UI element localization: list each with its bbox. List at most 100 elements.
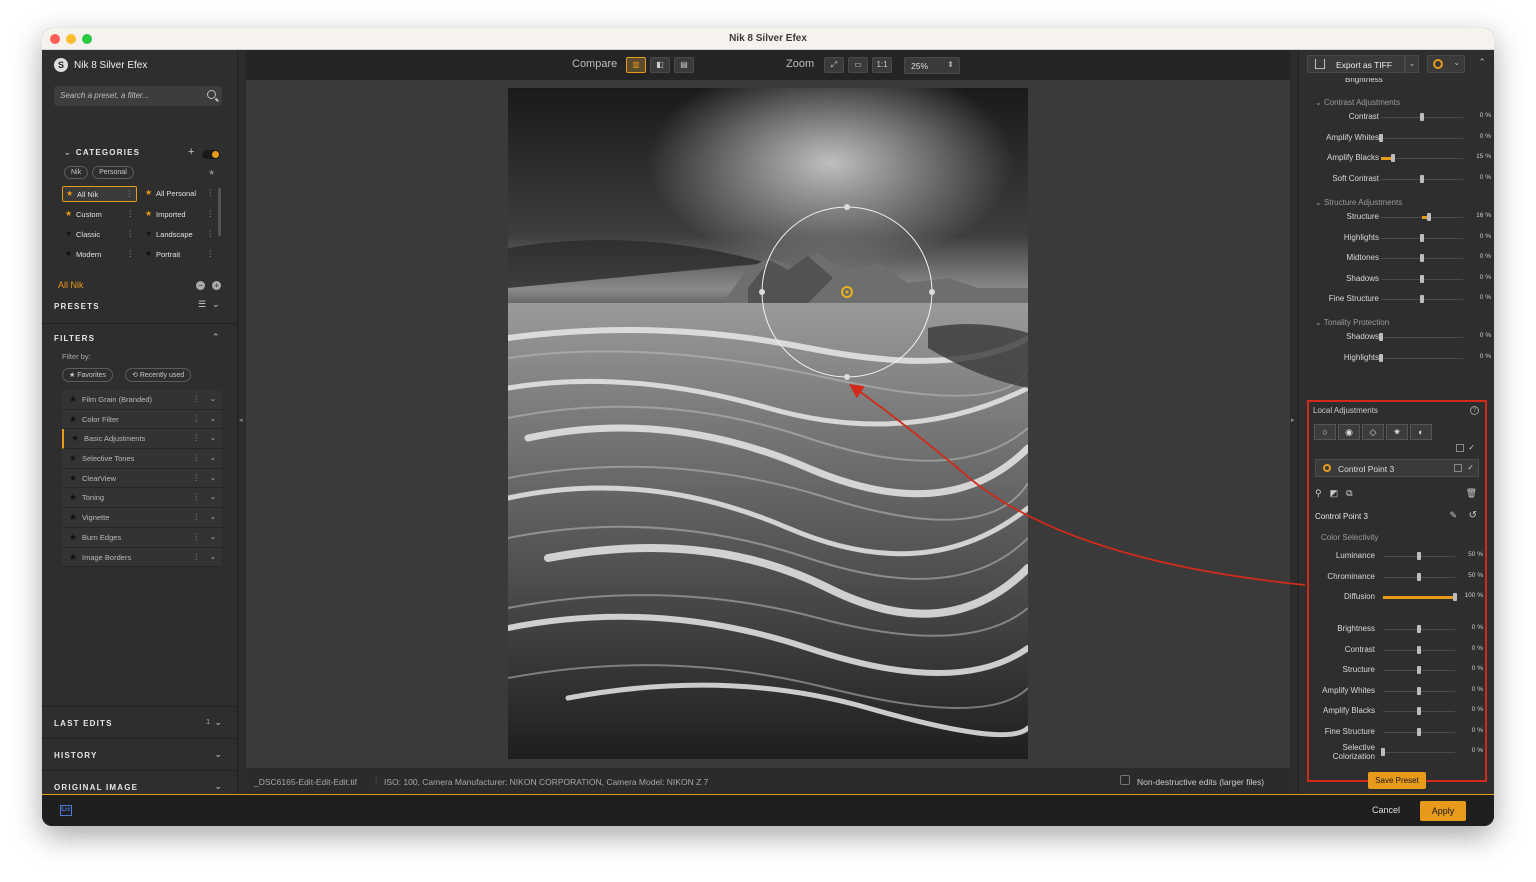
filters-header[interactable]: FILTERS [54,334,95,343]
slider-track[interactable] [1381,254,1463,262]
slider-handle[interactable] [1379,133,1383,142]
filter-color-filter[interactable]: ★ Color Filter ⋮ ⌄ [62,409,222,430]
slider-track[interactable] [1383,572,1455,581]
favorite-star-icon[interactable]: ★ [208,168,215,177]
slider-contrast[interactable]: Contrast 0 % [1309,641,1485,661]
slider-track[interactable] [1381,748,1455,756]
slider-brightness[interactable]: Brightness 0 % [1309,620,1485,640]
slider-fine-structure[interactable]: Fine Structure 0 % [1309,723,1485,743]
slider-highlights[interactable]: Highlights 0 % [1299,349,1494,369]
collapse-left-panel-icon[interactable]: ◂ [239,416,245,424]
preview-image[interactable] [508,88,1028,759]
slider-structure[interactable]: Structure 0 % [1309,661,1485,681]
slider-track[interactable] [1383,645,1455,654]
slider-contrast[interactable]: Contrast 0 % [1299,108,1494,128]
help-icon[interactable]: ? [1470,406,1479,415]
categories-header[interactable]: ⌄ CATEGORIES [64,148,140,157]
slider-diffusion[interactable]: Diffusion 100 % [1309,588,1485,608]
slider-luminance[interactable]: Luminance 50 % [1309,547,1485,567]
slider-handle[interactable] [1417,552,1421,560]
filter-clearview[interactable]: ★ ClearView ⋮ ⌄ [62,468,222,489]
slider-handle[interactable] [1420,174,1424,183]
category-modern[interactable]: ★ Modern ⋮ [62,247,137,263]
slider-chrominance[interactable]: Chrominance 50 % [1309,568,1485,588]
slider-handle[interactable] [1379,333,1383,341]
recently-used-filter-button[interactable]: ⟲ Recently used [125,368,192,382]
slider-track[interactable] [1379,353,1463,362]
more-icon[interactable]: ⋮ [127,229,135,238]
slider-amplify-blacks[interactable]: Amplify Blacks 0 % [1309,702,1485,722]
favorites-filter-button[interactable]: ★ Favorites [62,368,114,382]
slider-track[interactable] [1383,686,1455,695]
filter-image-borders[interactable]: ★ Image Borders ⋮ ⌄ [62,547,222,568]
filter-basic-adjustments[interactable]: ★ Basic Adjustments ⋮ ⌄ [62,429,222,450]
slider-midtones[interactable]: Midtones 0 % [1299,249,1494,269]
chevron-down-icon[interactable]: ⌄ [210,473,216,482]
structure-adjustments-header[interactable]: ⌄ Structure Adjustments [1315,198,1402,207]
filter-vignette[interactable]: ★ Vignette ⋮ ⌄ [62,508,222,528]
chevron-down-icon[interactable]: ⌄ [210,552,216,561]
chevron-down-icon[interactable]: ⌄ [212,299,220,310]
show-mask-checkbox[interactable] [1456,444,1465,452]
slider-handle[interactable] [1453,593,1457,601]
split-view-button[interactable]: ◧ [650,57,670,73]
side-by-side-button[interactable]: ▤ [674,57,694,73]
filter-selective-tones[interactable]: ★ Selective Tones ⋮ ⌄ [62,449,222,469]
fit-zoom-button[interactable]: ⤢ [824,57,844,73]
apply-button[interactable]: Apply [1420,801,1466,821]
slider-track[interactable] [1383,727,1455,736]
chevron-down-icon[interactable]: ⌄ [210,453,216,462]
chevron-down-icon[interactable]: ⌄ [210,512,216,521]
tab-nik[interactable]: Nik [64,166,89,179]
add-icon[interactable]: + [212,281,221,290]
control-point-name[interactable]: Control Point 3 [1315,512,1368,521]
category-all-nik[interactable]: ★ All Nik ⋮ [62,186,137,202]
chevron-up-icon[interactable]: ⌃ [212,332,220,343]
more-icon[interactable]: ⋮ [127,249,135,258]
duplicate-icon[interactable]: ⧉ [1346,488,1352,499]
category-imported[interactable]: ★ Imported ⋮ [142,207,217,223]
chevron-down-icon[interactable]: ⌄ [210,414,216,423]
slider-track[interactable] [1381,174,1463,183]
remove-icon[interactable]: − [196,281,205,290]
slider-amplify-blacks[interactable]: Amplify Blacks 15 % [1299,149,1494,169]
non-destructive-checkbox[interactable] [1120,775,1130,785]
slider-handle[interactable] [1417,727,1421,736]
image-canvas[interactable] [246,80,1290,768]
export-button[interactable]: Export as TIFF [1307,55,1405,73]
cancel-button[interactable]: Cancel [1372,805,1400,815]
slider-fine-structure[interactable]: Fine Structure 0 % [1299,290,1494,310]
save-preset-button[interactable]: Save Preset [1368,772,1426,789]
enable-all-check-icon[interactable]: ✓ [1468,444,1475,452]
fill-zoom-button[interactable]: ▭ [848,57,868,73]
non-destructive-label[interactable]: Non-destructive edits (larger files) [1137,777,1264,787]
slider-track[interactable] [1379,133,1463,142]
slider-track[interactable] [1381,295,1463,303]
slider-shadows[interactable]: Shadows 0 % [1299,328,1494,348]
more-icon[interactable]: ⋮ [193,512,201,521]
slider-track[interactable] [1381,233,1463,242]
slider-track[interactable] [1381,213,1463,221]
slider-track[interactable] [1383,625,1455,633]
more-icon[interactable]: ⋮ [207,209,215,218]
slider-track[interactable] [1381,113,1463,121]
more-icon[interactable]: ⋮ [193,433,201,442]
slider-track[interactable] [1379,333,1463,341]
edit-pencil-icon[interactable]: ✎ [1449,510,1457,521]
control-point-tool-icon[interactable]: ○ [1314,424,1336,440]
slider-shadows[interactable]: Shadows 0 % [1299,270,1494,290]
slider-highlights[interactable]: Highlights 0 % [1299,229,1494,249]
slider-selective-colorization[interactable]: Selective Colorization 0 % [1309,743,1485,763]
tab-personal[interactable]: Personal [92,166,134,179]
more-icon[interactable]: ⋮ [207,188,215,197]
reset-icon[interactable]: ↺ [1469,510,1477,521]
slider-handle[interactable] [1417,686,1421,695]
category-custom[interactable]: ★ Custom ⋮ [62,207,137,223]
mode-button[interactable]: ⌄ [1427,55,1465,73]
slider-structure[interactable]: Structure 16 % [1299,208,1494,228]
slider-handle[interactable] [1420,295,1424,303]
slider-handle[interactable] [1420,233,1424,242]
slider-handle[interactable] [1381,748,1385,756]
invert-icon[interactable]: ◩ [1330,488,1339,499]
slider-handle[interactable] [1420,254,1424,262]
